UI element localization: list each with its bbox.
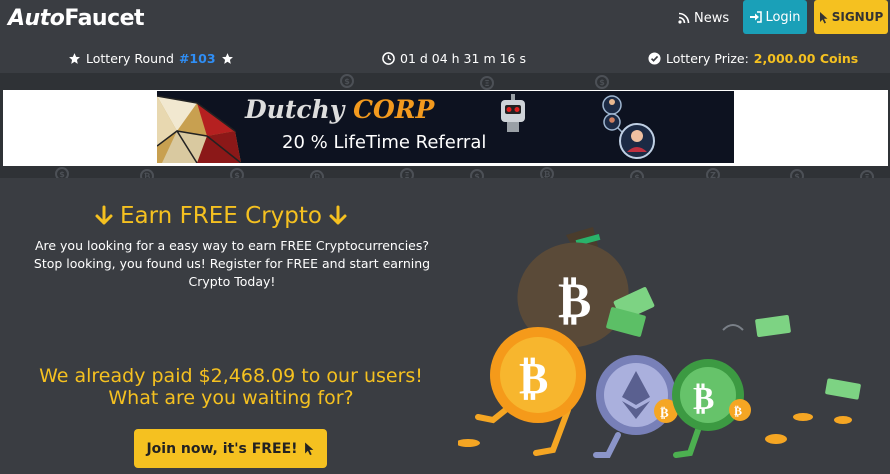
- login-label: Login: [765, 9, 801, 25]
- brand-prefix: Auto: [8, 6, 65, 31]
- check-circle-icon: [648, 52, 661, 65]
- arrow-down-icon: [95, 205, 113, 225]
- svg-text:₿: ₿: [558, 271, 591, 329]
- brand-logo[interactable]: AutoFaucet: [8, 6, 145, 31]
- login-button[interactable]: Login: [743, 0, 807, 34]
- pattern-coin-icon: ₿: [140, 169, 154, 178]
- svg-text:₿: ₿: [660, 406, 669, 421]
- star-icon: [69, 53, 80, 64]
- banner-title-corp: CORP: [353, 95, 435, 124]
- lottery-round: Lottery Round #103: [68, 51, 234, 66]
- svg-text:₿: ₿: [734, 404, 742, 418]
- lottery-round-label: Lottery Round: [86, 51, 174, 66]
- cursor-icon: [819, 11, 828, 23]
- sign-in-icon: [750, 11, 763, 23]
- clock-icon: [382, 52, 395, 65]
- news-link[interactable]: News: [678, 9, 729, 27]
- paid-amount-text: We already paid $2,468.09 to our users!: [39, 365, 423, 387]
- lottery-prize: Lottery Prize: 2,000.00 Coins: [648, 51, 858, 66]
- ethereum-coin-icon: ₿: [593, 355, 678, 458]
- crypto-coins-illustration: ₿ ₿ ₿ ₿ ₿: [458, 227, 861, 458]
- bitcoin-cash-coin-icon: ₿ ₿: [672, 359, 751, 458]
- bitcoin-coin-icon: ₿: [458, 327, 586, 456]
- navbar: AutoFaucet News Login SIGNUP: [0, 0, 890, 45]
- pattern-coin-icon: $: [630, 170, 644, 178]
- banner-title: Dutchy CORP: [245, 95, 434, 124]
- pattern-coin-icon: $: [470, 169, 484, 178]
- news-label: News: [694, 10, 730, 26]
- pattern-coin-icon: Ξ: [400, 168, 414, 178]
- join-now-label: Join now, it's FREE!: [146, 440, 298, 457]
- referral-network-icon: [602, 95, 655, 159]
- pattern-coin-icon: Z: [706, 168, 720, 178]
- dutchy-corp-banner[interactable]: Dutchy CORP 20 % LifeTime Referral: [157, 91, 734, 163]
- rss-icon: [678, 12, 690, 24]
- banner-subtitle: 20 % LifeTime Referral: [282, 132, 487, 153]
- pattern-coin-icon: ₿: [310, 170, 324, 178]
- arrow-down-icon: [329, 205, 347, 225]
- hero-title-text: Earn FREE Crypto: [120, 203, 322, 229]
- svg-text:₿: ₿: [693, 379, 714, 417]
- pattern-coin-icon: Ξ: [860, 170, 874, 178]
- lottery-bar: Lottery Round #103 01 d 04 h 31 m 16 s L…: [0, 45, 890, 73]
- lottery-prize-value: 2,000.00 Coins: [753, 51, 859, 66]
- hero-description: Are you looking for a easy way to earn F…: [33, 238, 431, 289]
- pattern-coin-icon: $: [595, 75, 609, 89]
- star-icon: [221, 53, 233, 64]
- pattern-coin-icon: $: [55, 167, 69, 178]
- robot-icon: [501, 94, 525, 132]
- pattern-coin-icon: $: [790, 169, 804, 178]
- pattern-coin-icon: $: [230, 168, 244, 178]
- lottery-round-number: #103: [178, 51, 216, 66]
- pattern-coin-icon: $: [340, 74, 354, 88]
- lottery-timer: 01 d 04 h 31 m 16 s: [382, 51, 526, 66]
- pattern-coin-icon: Ξ: [480, 76, 494, 90]
- lottery-timer-value: 01 d 04 h 31 m 16 s: [400, 51, 526, 66]
- call-to-action-text: What are you waiting for?: [108, 387, 354, 409]
- pattern-coin-icon: ₿: [540, 167, 554, 178]
- hero-title: Earn FREE Crypto: [94, 203, 348, 229]
- cursor-icon: [304, 442, 313, 456]
- signup-label: SIGNUP: [831, 10, 884, 24]
- lottery-prize-label: Lottery Prize:: [666, 51, 749, 66]
- signup-button[interactable]: SIGNUP: [814, 0, 888, 34]
- join-now-button[interactable]: Join now, it's FREE!: [134, 429, 327, 468]
- banner-title-dutchy: Dutchy: [245, 95, 345, 124]
- brand-suffix: Faucet: [64, 6, 145, 31]
- geodesic-dome-icon: [157, 95, 241, 163]
- svg-text:₿: ₿: [519, 353, 548, 404]
